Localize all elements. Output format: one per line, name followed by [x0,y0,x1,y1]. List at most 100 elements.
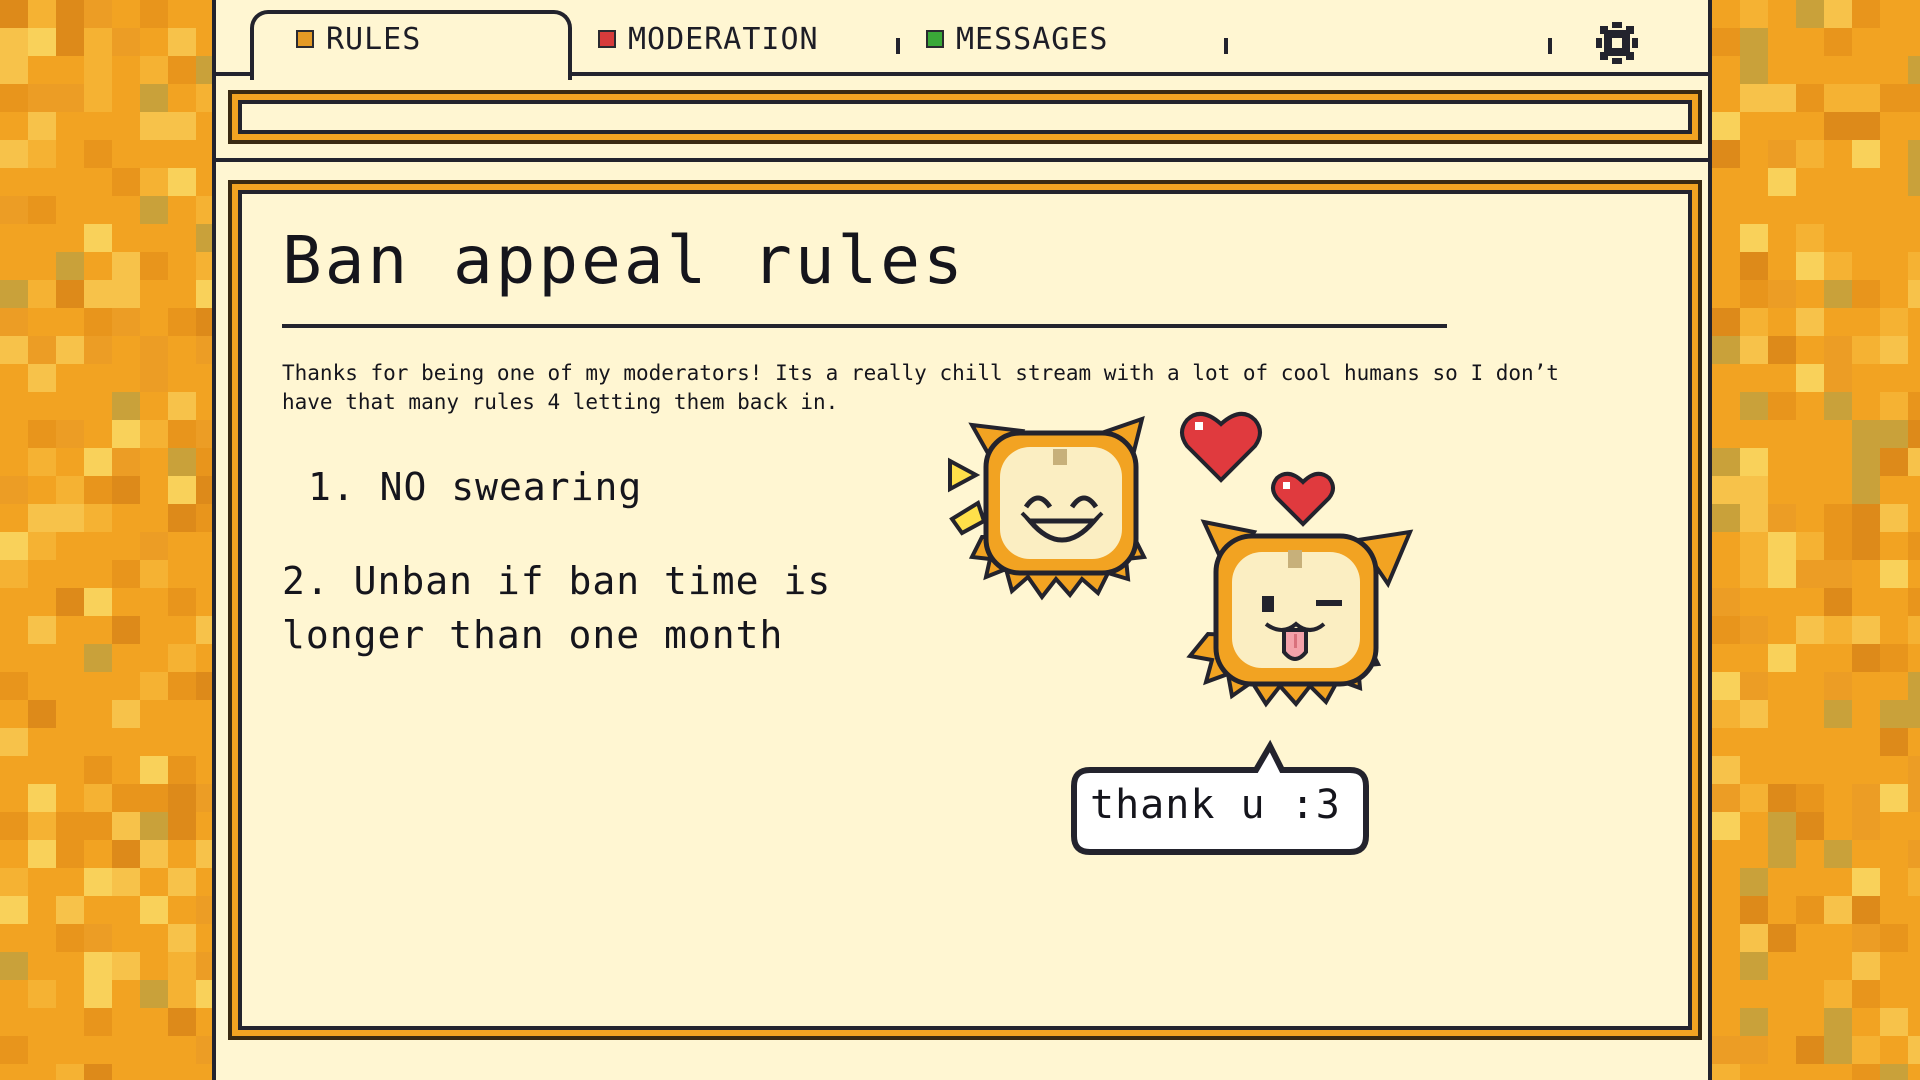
background-pixel [84,28,112,56]
background-pixel [1852,784,1880,812]
background-pixel [140,1008,168,1036]
background-pixel [84,448,112,476]
background-pixel [1880,504,1908,532]
background-pixel [1908,420,1920,448]
background-pixel [28,112,56,140]
background-pixel [168,56,196,84]
messages-color-icon [926,30,944,48]
background-pixel [1768,532,1796,560]
rule-item: 2. Unban if ban time is longer than one … [282,559,832,657]
background-pixel [28,980,56,1008]
background-pixel [1740,0,1768,28]
background-mosaic-left [0,0,212,1080]
background-pixel [1852,280,1880,308]
background-pixel [0,532,28,560]
background-pixel [1712,980,1740,1008]
background-pixel [1768,504,1796,532]
background-pixel [196,280,212,308]
background-pixel [1712,448,1740,476]
tongue-cat-icon [1186,519,1414,708]
gear-icon[interactable] [1596,22,1638,64]
background-pixel [0,896,28,924]
background-pixel [1908,700,1920,728]
background-pixel [84,868,112,896]
background-pixel [112,252,140,280]
background-pixel [1908,616,1920,644]
background-pixel [0,196,28,224]
content-area: Ban appeal rules Thanks for being one of… [238,190,1692,1030]
background-pixel [1824,504,1852,532]
background-pixel [1796,560,1824,588]
background-pixel [56,896,84,924]
background-pixel [1740,616,1768,644]
background-pixel [1796,0,1824,28]
background-pixel [112,28,140,56]
background-pixel [56,252,84,280]
background-pixel [1796,840,1824,868]
background-pixel [1824,672,1852,700]
background-pixel [56,588,84,616]
background-pixel [1852,952,1880,980]
background-pixel [196,308,212,336]
background-pixel [1712,700,1740,728]
background-pixel [1740,952,1768,980]
background-pixel [1852,476,1880,504]
background-pixel [1740,252,1768,280]
background-pixel [1824,392,1852,420]
background-pixel [84,336,112,364]
background-pixel [0,560,28,588]
background-pixel [1712,784,1740,812]
background-pixel [196,420,212,448]
address-bar[interactable] [228,90,1702,144]
background-pixel [0,728,28,756]
background-pixel [1852,0,1880,28]
background-pixel [1824,980,1852,1008]
background-pixel [1796,252,1824,280]
background-pixel [168,616,196,644]
background-pixel [168,952,196,980]
background-pixel [1712,812,1740,840]
background-pixel [112,448,140,476]
background-pixel [140,168,168,196]
background-pixel [56,1008,84,1036]
background-pixel [1852,616,1880,644]
background-pixel [1712,588,1740,616]
background-pixel [84,588,112,616]
background-pixel [168,28,196,56]
background-pixel [1712,672,1740,700]
background-pixel [1712,616,1740,644]
tab-messages[interactable]: MESSAGES [926,22,1109,57]
background-pixel [1852,896,1880,924]
background-pixel [1824,840,1852,868]
background-pixel [0,868,28,896]
background-pixel [1796,896,1824,924]
background-pixel [28,896,56,924]
background-pixel [1880,728,1908,756]
background-pixel [1908,924,1920,952]
background-pixel [112,392,140,420]
address-input[interactable] [238,100,1692,134]
background-pixel [1796,812,1824,840]
background-pixel [1880,784,1908,812]
background-pixel [1712,308,1740,336]
background-pixel [1740,672,1768,700]
background-pixel [1796,224,1824,252]
background-pixel [1852,644,1880,672]
background-pixel [56,28,84,56]
background-pixel [1768,924,1796,952]
background-pixel [0,812,28,840]
background-pixel [196,476,212,504]
background-pixel [1824,560,1852,588]
tab-rules[interactable]: RULES [296,22,421,57]
background-pixel [84,952,112,980]
background-pixel [1908,196,1920,224]
background-pixel [112,420,140,448]
background-pixel [1852,224,1880,252]
tab-separator [896,38,900,54]
background-pixel [1908,504,1920,532]
background-pixel [1908,280,1920,308]
background-pixel [1880,308,1908,336]
background-pixel [1740,532,1768,560]
tab-moderation[interactable]: MODERATION [598,22,819,57]
background-pixel [0,84,28,112]
